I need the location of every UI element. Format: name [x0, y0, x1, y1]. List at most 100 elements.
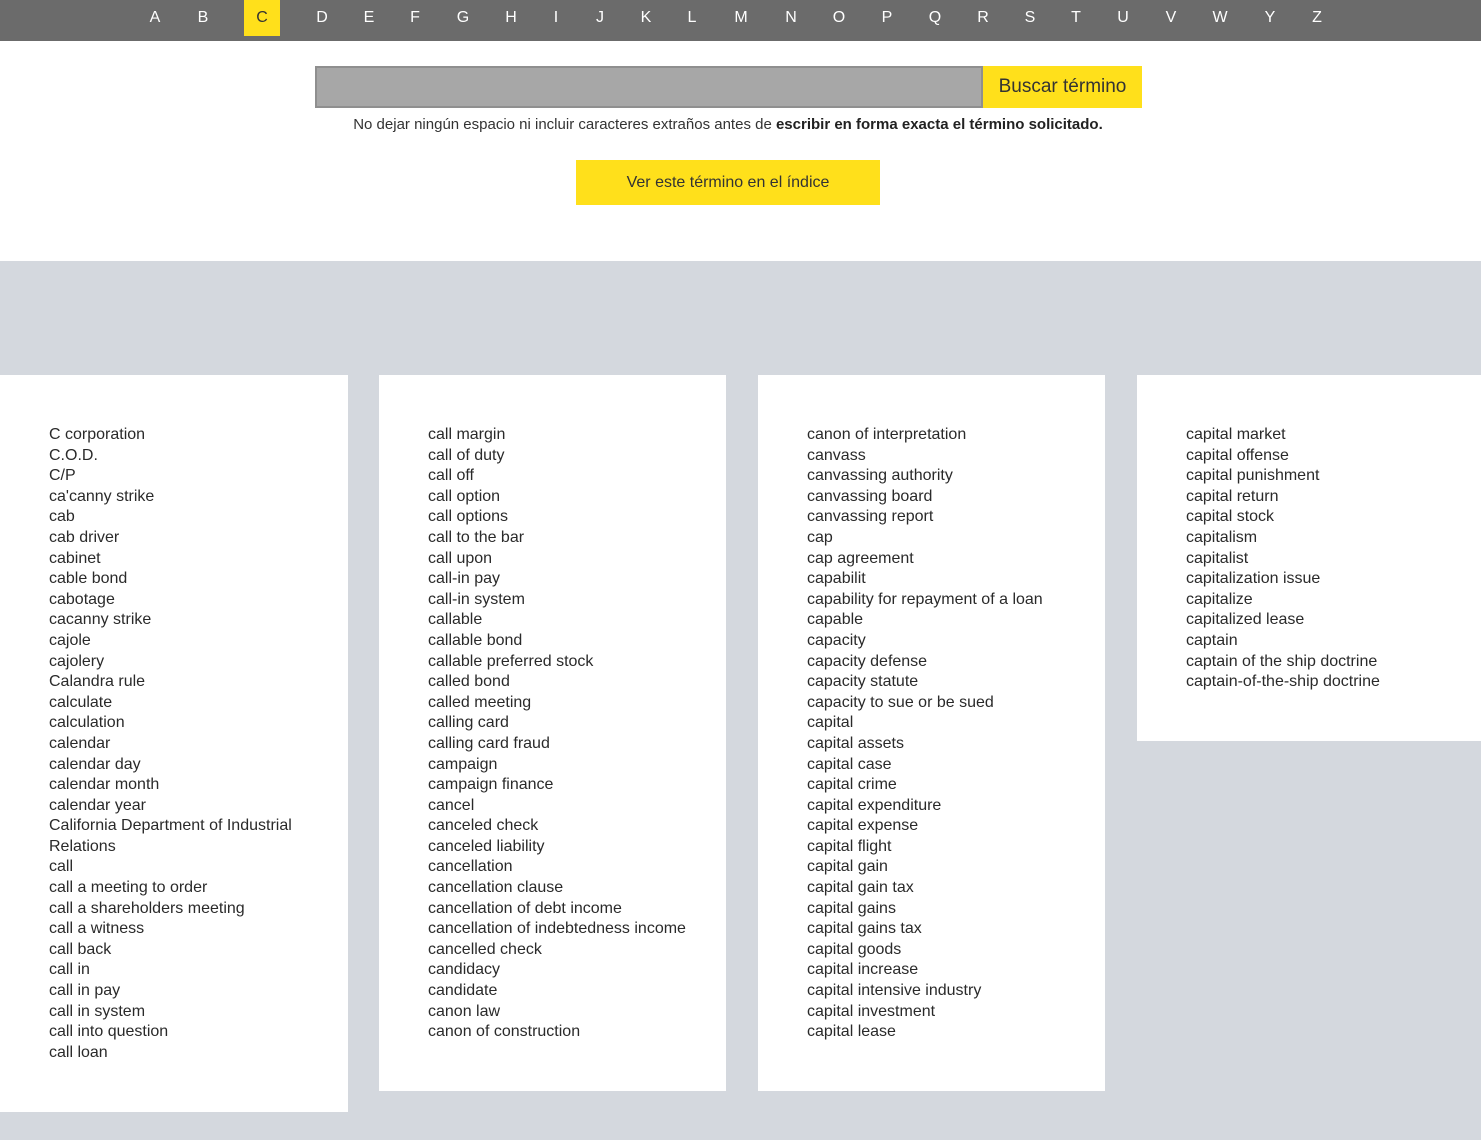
- alphabet-letter-a[interactable]: A: [150, 0, 161, 36]
- term-item[interactable]: California Department of Industrial Rela…: [49, 816, 329, 857]
- alphabet-letter-g[interactable]: G: [457, 0, 469, 36]
- term-item[interactable]: capabilit: [807, 569, 1105, 590]
- term-item[interactable]: cabotage: [49, 590, 348, 611]
- term-item[interactable]: capacity to sue or be sued: [807, 693, 1105, 714]
- term-item[interactable]: capital offense: [1186, 446, 1481, 467]
- term-item[interactable]: capitalist: [1186, 549, 1481, 570]
- term-item[interactable]: call upon: [428, 549, 726, 570]
- term-item[interactable]: call back: [49, 940, 348, 961]
- term-item[interactable]: calling card fraud: [428, 734, 726, 755]
- term-item[interactable]: capitalism: [1186, 528, 1481, 549]
- term-item[interactable]: captain-of-the-ship doctrine: [1186, 672, 1481, 693]
- term-item[interactable]: capital assets: [807, 734, 1105, 755]
- term-item[interactable]: call in: [49, 960, 348, 981]
- term-item[interactable]: capital lease: [807, 1022, 1105, 1043]
- term-item[interactable]: Calandra rule: [49, 672, 348, 693]
- term-item[interactable]: capital investment: [807, 1002, 1105, 1023]
- term-item[interactable]: campaign finance: [428, 775, 726, 796]
- term-item[interactable]: capital stock: [1186, 507, 1481, 528]
- term-item[interactable]: capitalize: [1186, 590, 1481, 611]
- term-item[interactable]: calling card: [428, 713, 726, 734]
- term-item[interactable]: cacanny strike: [49, 610, 348, 631]
- term-item[interactable]: capacity statute: [807, 672, 1105, 693]
- term-item[interactable]: capital expense: [807, 816, 1105, 837]
- term-item[interactable]: C corporation: [49, 425, 348, 446]
- alphabet-letter-r[interactable]: R: [977, 0, 989, 36]
- term-item[interactable]: cancellation: [428, 857, 726, 878]
- term-item[interactable]: call options: [428, 507, 726, 528]
- term-item[interactable]: captain: [1186, 631, 1481, 652]
- term-item[interactable]: cap agreement: [807, 549, 1105, 570]
- term-item[interactable]: call a meeting to order: [49, 878, 348, 899]
- term-item[interactable]: capacity: [807, 631, 1105, 652]
- term-item[interactable]: candidacy: [428, 960, 726, 981]
- alphabet-letter-n[interactable]: N: [785, 0, 797, 36]
- term-item[interactable]: call in pay: [49, 981, 348, 1002]
- term-item[interactable]: capital goods: [807, 940, 1105, 961]
- term-item[interactable]: cap: [807, 528, 1105, 549]
- term-item[interactable]: capital: [807, 713, 1105, 734]
- term-item[interactable]: capacity defense: [807, 652, 1105, 673]
- alphabet-letter-s[interactable]: S: [1025, 0, 1036, 36]
- term-item[interactable]: calculation: [49, 713, 348, 734]
- term-item[interactable]: cancelled check: [428, 940, 726, 961]
- term-item[interactable]: canvassing authority: [807, 466, 1105, 487]
- term-item[interactable]: call a shareholders meeting: [49, 899, 348, 920]
- alphabet-letter-h[interactable]: H: [505, 0, 517, 36]
- term-item[interactable]: cable bond: [49, 569, 348, 590]
- term-item[interactable]: capital crime: [807, 775, 1105, 796]
- term-item[interactable]: cab: [49, 507, 348, 528]
- alphabet-letter-c[interactable]: C: [244, 0, 280, 36]
- term-item[interactable]: capital expenditure: [807, 796, 1105, 817]
- term-item[interactable]: capital increase: [807, 960, 1105, 981]
- term-item[interactable]: canvass: [807, 446, 1105, 467]
- term-item[interactable]: call option: [428, 487, 726, 508]
- term-item[interactable]: capital intensive industry: [807, 981, 1105, 1002]
- term-item[interactable]: C.O.D.: [49, 446, 348, 467]
- alphabet-letter-e[interactable]: E: [364, 0, 375, 36]
- term-item[interactable]: called meeting: [428, 693, 726, 714]
- term-item[interactable]: canceled check: [428, 816, 726, 837]
- term-item[interactable]: canvassing report: [807, 507, 1105, 528]
- alphabet-letter-w[interactable]: W: [1212, 0, 1227, 36]
- term-item[interactable]: campaign: [428, 755, 726, 776]
- term-item[interactable]: callable bond: [428, 631, 726, 652]
- term-item[interactable]: capitalization issue: [1186, 569, 1481, 590]
- alphabet-letter-b[interactable]: B: [198, 0, 209, 36]
- term-item[interactable]: canvassing board: [807, 487, 1105, 508]
- term-item[interactable]: canon law: [428, 1002, 726, 1023]
- term-item[interactable]: canon of construction: [428, 1022, 726, 1043]
- term-item[interactable]: capital market: [1186, 425, 1481, 446]
- term-item[interactable]: capital return: [1186, 487, 1481, 508]
- term-item[interactable]: call of duty: [428, 446, 726, 467]
- term-item[interactable]: canceled liability: [428, 837, 726, 858]
- term-item[interactable]: called bond: [428, 672, 726, 693]
- alphabet-letter-o[interactable]: O: [833, 0, 845, 36]
- term-item[interactable]: candidate: [428, 981, 726, 1002]
- term-item[interactable]: capital flight: [807, 837, 1105, 858]
- term-item[interactable]: callable: [428, 610, 726, 631]
- term-item[interactable]: calendar: [49, 734, 348, 755]
- term-item[interactable]: call off: [428, 466, 726, 487]
- term-item[interactable]: C/P: [49, 466, 348, 487]
- term-item[interactable]: capital gain tax: [807, 878, 1105, 899]
- term-item[interactable]: cajolery: [49, 652, 348, 673]
- term-item[interactable]: capital case: [807, 755, 1105, 776]
- search-input[interactable]: [315, 66, 983, 108]
- alphabet-letter-u[interactable]: U: [1117, 0, 1129, 36]
- term-item[interactable]: call in system: [49, 1002, 348, 1023]
- alphabet-letter-i[interactable]: I: [554, 0, 558, 36]
- term-item[interactable]: callable preferred stock: [428, 652, 726, 673]
- alphabet-letter-z[interactable]: Z: [1312, 0, 1322, 36]
- alphabet-letter-k[interactable]: K: [641, 0, 652, 36]
- term-item[interactable]: cabinet: [49, 549, 348, 570]
- alphabet-letter-y[interactable]: Y: [1265, 0, 1276, 36]
- term-item[interactable]: call-in pay: [428, 569, 726, 590]
- view-in-index-button[interactable]: Ver este término en el índice: [576, 160, 880, 205]
- term-item[interactable]: cancellation of indebtedness income: [428, 919, 708, 940]
- term-item[interactable]: calculate: [49, 693, 348, 714]
- alphabet-letter-d[interactable]: D: [316, 0, 328, 36]
- term-item[interactable]: call: [49, 857, 348, 878]
- alphabet-letter-q[interactable]: Q: [929, 0, 941, 36]
- term-item[interactable]: captain of the ship doctrine: [1186, 652, 1481, 673]
